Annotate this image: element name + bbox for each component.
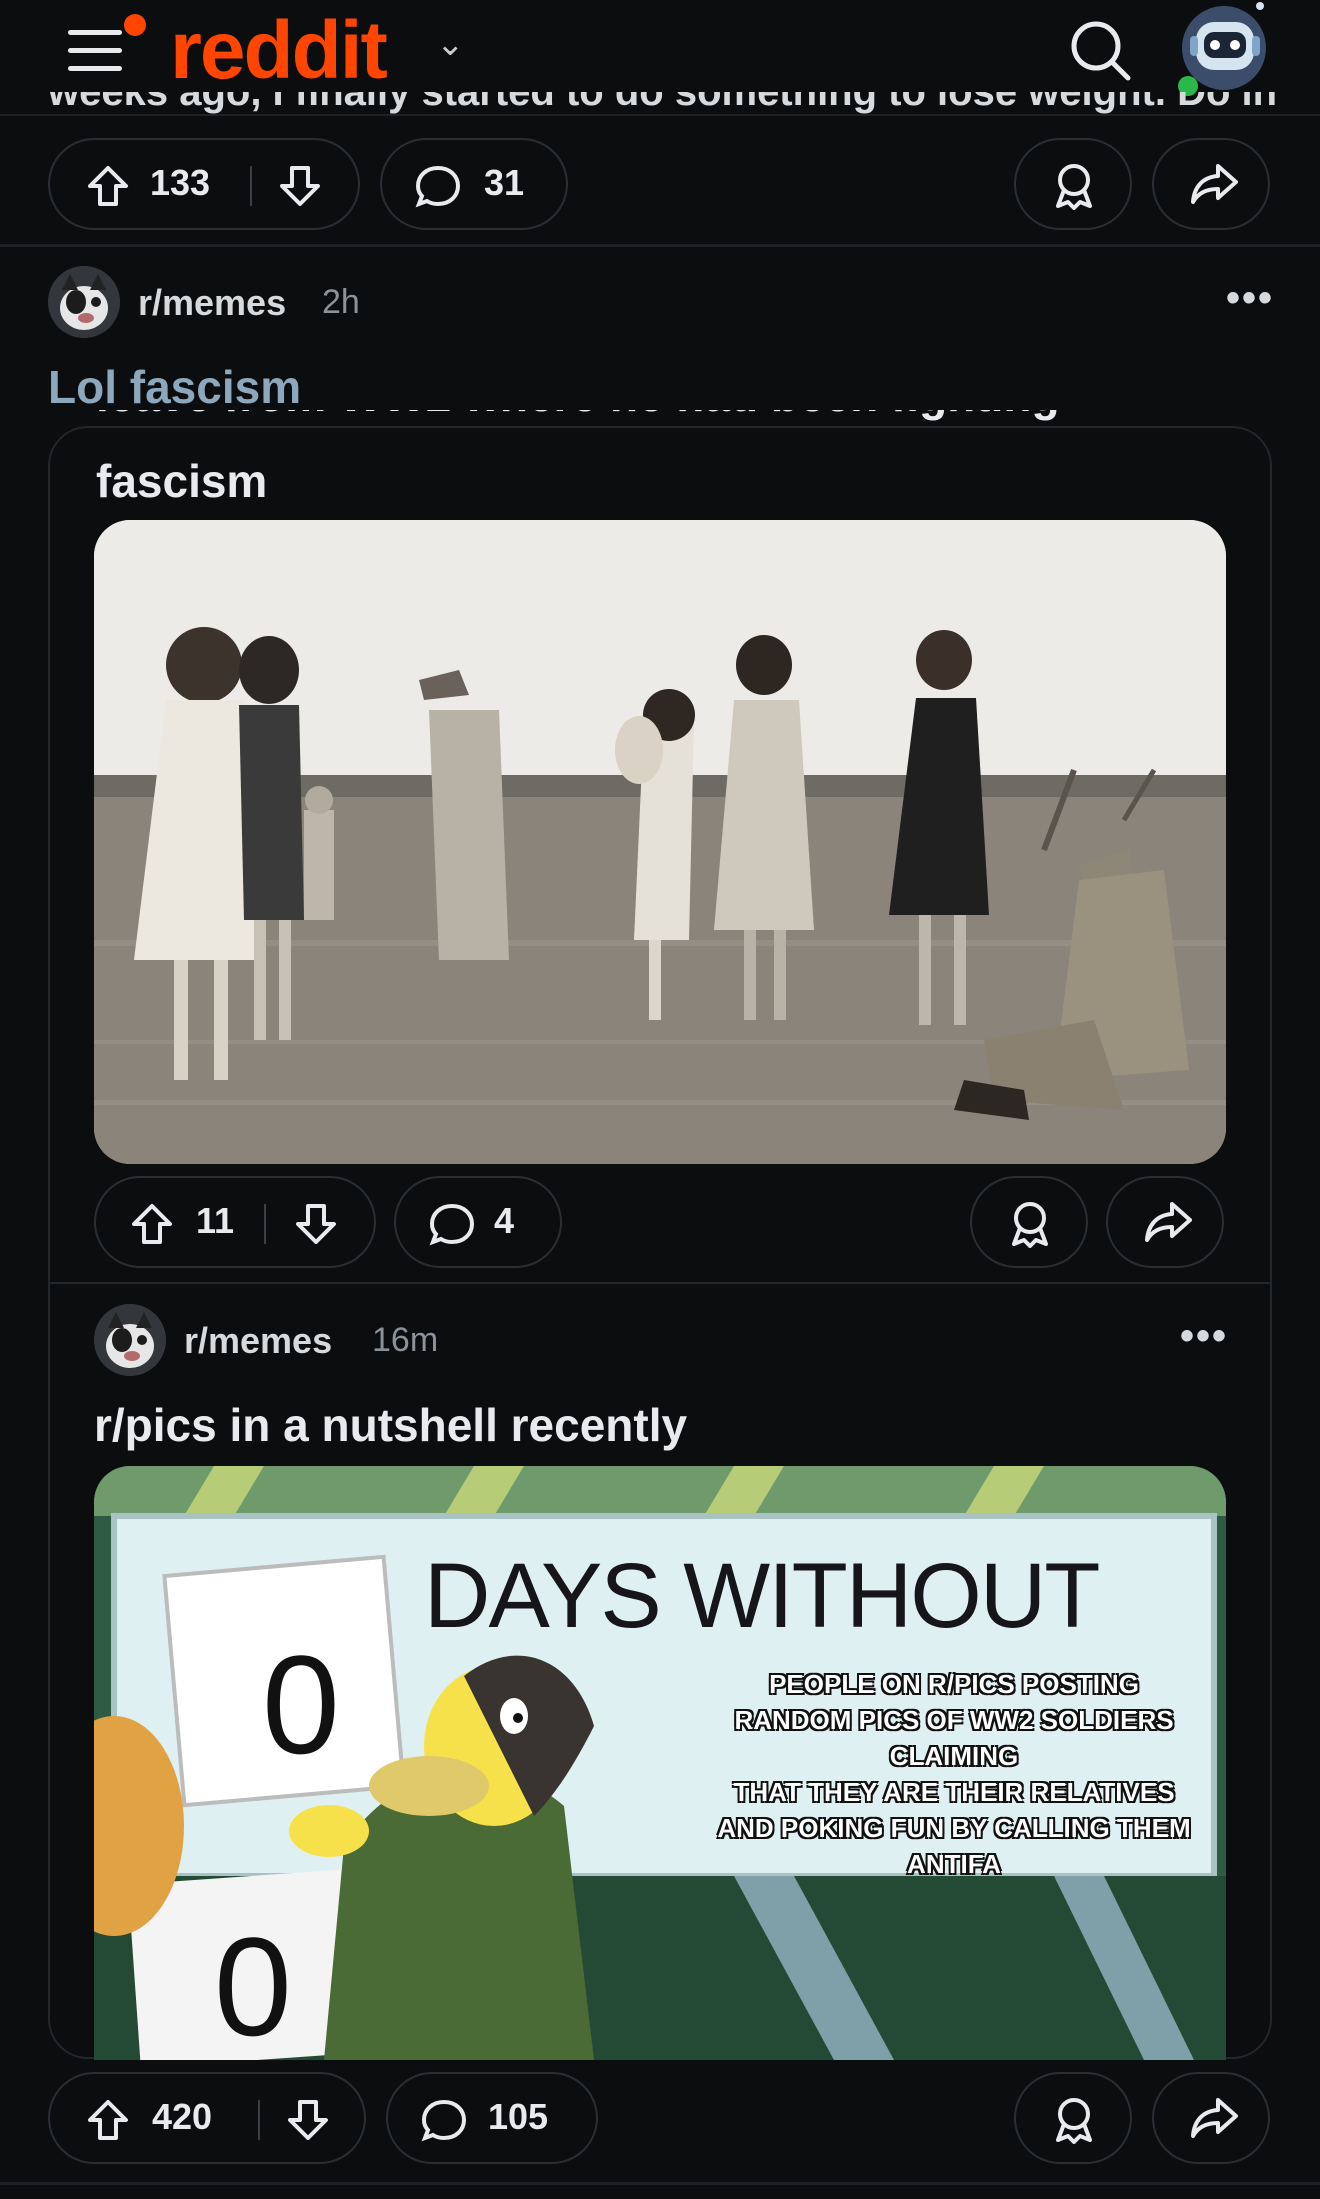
comments-button[interactable]: 31 bbox=[380, 138, 568, 230]
crosspost-title[interactable]: r/pics in a nutshell recently bbox=[94, 1398, 687, 1452]
subreddit-avatar[interactable] bbox=[48, 266, 120, 338]
meme-caption-line: PEOPLE ON R/PICS POSTING bbox=[769, 1669, 1139, 1699]
crosspost-text: leave from WW2 where he had been fightin… bbox=[96, 410, 1060, 505]
more-options-icon[interactable]: ••• bbox=[1180, 1314, 1228, 1359]
crosspost-vote-bar: 11 bbox=[94, 1176, 376, 1268]
award-icon bbox=[1056, 2098, 1092, 2144]
meme-caption-line: RANDOM PICS OF WW2 SOLDIERS CLAIMING bbox=[734, 1705, 1174, 1771]
share-button[interactable] bbox=[1106, 1176, 1224, 1268]
vote-count: 420 bbox=[152, 2096, 213, 2137]
award-button[interactable] bbox=[1014, 2072, 1132, 2164]
meme-caption: PEOPLE ON R/PICS POSTING RANDOM PICS OF … bbox=[694, 1666, 1214, 1882]
previous-post-title[interactable]: weeks ago, I finally started to do somet… bbox=[48, 92, 1278, 120]
upvote-icon[interactable] bbox=[86, 2098, 130, 2142]
award-icon bbox=[1012, 1202, 1048, 1248]
comment-count: 4 bbox=[494, 1200, 515, 1241]
downvote-icon[interactable] bbox=[294, 1202, 338, 1246]
post-divider bbox=[0, 244, 1320, 247]
award-button[interactable] bbox=[970, 1176, 1088, 1268]
subreddit-name[interactable]: r/memes bbox=[138, 282, 286, 324]
notification-dot bbox=[124, 14, 146, 36]
award-icon bbox=[1056, 164, 1092, 210]
meme-image[interactable]: DAYS WITHOUT 0 0 PEOPLE ON R/PICS POSTIN… bbox=[94, 1466, 1226, 2060]
meme-caption-line: AND POKING FUN BY CALLING THEM ANTIFA bbox=[717, 1813, 1191, 1879]
share-icon bbox=[1191, 2098, 1238, 2138]
downvote-icon[interactable] bbox=[278, 164, 322, 208]
vintage-photo[interactable] bbox=[94, 520, 1226, 1164]
vote-count: 133 bbox=[150, 162, 211, 203]
comment-count: 31 bbox=[484, 162, 525, 203]
user-avatar[interactable] bbox=[1178, 2, 1268, 98]
comment-icon bbox=[429, 1203, 475, 1246]
post-time: 2h bbox=[322, 283, 360, 321]
subreddit-name[interactable]: r/memes bbox=[184, 1320, 332, 1362]
crosspost-comments-button[interactable]: 4 bbox=[394, 1176, 562, 1268]
reddit-logo[interactable]: reddit bbox=[170, 4, 388, 98]
comment-icon bbox=[421, 2099, 467, 2142]
subreddit-avatar[interactable] bbox=[94, 1304, 166, 1376]
post-comments-button[interactable]: 105 bbox=[386, 2072, 598, 2164]
downvote-icon[interactable] bbox=[286, 2098, 330, 2142]
post-time: 16m bbox=[372, 1321, 439, 1359]
meme-header: DAYS WITHOUT bbox=[424, 1545, 1100, 1647]
meme-caption-line: THAT THEY ARE THEIR RELATIVES bbox=[733, 1777, 1175, 1807]
meme-counter-top: 0 bbox=[262, 1626, 340, 1783]
upvote-icon[interactable] bbox=[130, 1202, 174, 1246]
share-button[interactable] bbox=[1152, 2072, 1270, 2164]
post-title[interactable]: Lol fascism bbox=[48, 360, 301, 414]
post-divider bbox=[0, 2182, 1320, 2185]
post-vote-bar: 420 bbox=[48, 2072, 366, 2164]
share-icon bbox=[1191, 164, 1238, 204]
vote-bar: 133 bbox=[48, 138, 360, 230]
more-options-icon[interactable]: ••• bbox=[1226, 276, 1274, 321]
meme-counter-bottom: 0 bbox=[214, 1908, 292, 2060]
comment-count: 105 bbox=[488, 2096, 549, 2137]
comment-icon bbox=[415, 165, 461, 208]
search-icon[interactable] bbox=[1068, 18, 1132, 82]
share-icon bbox=[1145, 1202, 1192, 1242]
vote-count: 11 bbox=[196, 1200, 235, 1241]
menu-icon[interactable] bbox=[68, 14, 146, 80]
share-button[interactable] bbox=[1152, 138, 1270, 230]
award-button[interactable] bbox=[1014, 138, 1132, 230]
crosspost-divider bbox=[48, 1282, 1272, 1284]
upvote-icon[interactable] bbox=[86, 164, 130, 208]
chevron-down-icon[interactable]: ⌄ bbox=[436, 24, 465, 64]
